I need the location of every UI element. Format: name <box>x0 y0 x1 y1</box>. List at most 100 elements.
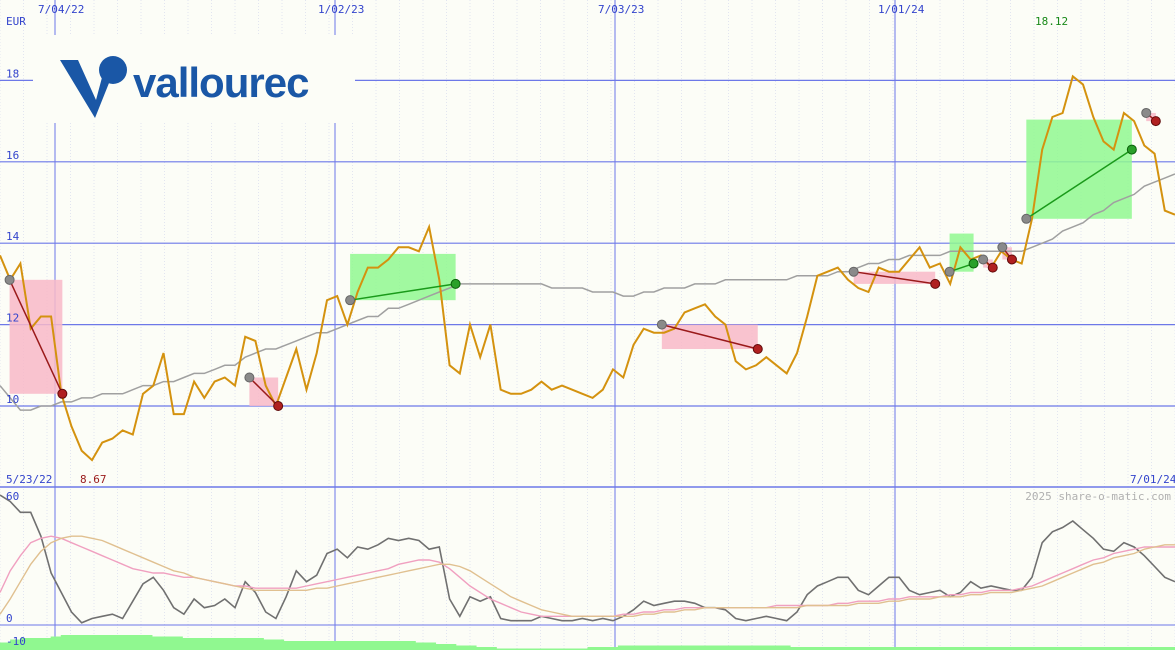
logo-dot <box>99 56 127 84</box>
price-y-tick-16: 16 <box>6 149 19 162</box>
oscillator-bar <box>151 636 163 650</box>
oscillator-bar <box>121 635 133 650</box>
price-y-tick-14: 14 <box>6 230 20 243</box>
start-date-label: 5/23/22 <box>6 473 52 486</box>
signal-entry-point <box>978 254 989 265</box>
oscillator-bar <box>465 645 477 650</box>
oscillator-bar <box>81 635 92 650</box>
oscillator-bar <box>172 636 183 650</box>
signal-entry-point <box>345 295 356 306</box>
oscillator-bar <box>648 645 659 650</box>
signal-exit-point <box>930 278 941 289</box>
oscillator-bar <box>374 641 386 650</box>
oscillator-bar <box>455 645 467 650</box>
signal-entry-point <box>848 266 859 277</box>
currency-label: EUR <box>6 15 26 28</box>
oscillator-bar <box>749 645 761 650</box>
oscillator-bar <box>759 645 771 650</box>
signal-exit-point <box>273 401 284 411</box>
oscillator-bar <box>668 645 680 650</box>
oscillator-bar <box>698 645 710 650</box>
oscillator-bar <box>405 641 416 650</box>
end-date-label: 7/01/24 <box>1130 473 1175 486</box>
stock-chart: vallourec EUR 10 12 14 16 18 7/04/22 1/02/23 7… <box>0 0 1175 650</box>
oscillator-bar <box>425 642 437 650</box>
oscillator-bar <box>729 645 740 650</box>
oscillator-bar <box>617 645 629 650</box>
oscillator-bar <box>182 638 193 650</box>
copyright-label: 2025 share-o-matic.com <box>1025 490 1171 503</box>
oscillator-bar <box>314 641 325 650</box>
max-price-label: 18.12 <box>1035 15 1068 28</box>
oscillator-bar <box>658 645 670 650</box>
signal-entry-point <box>997 242 1008 253</box>
oscillator-bar <box>364 641 376 650</box>
oscillator-bar <box>60 635 72 650</box>
oscillator-bar <box>628 645 639 650</box>
oscillator-bar <box>273 639 285 650</box>
oscillator-bar <box>30 638 42 650</box>
oscillator-bar <box>293 641 305 650</box>
signal-fill-buy <box>1026 119 1132 219</box>
oscillator-bar <box>324 641 335 650</box>
oscillator-bar <box>344 641 356 650</box>
oscillator-bar <box>739 645 751 650</box>
signal-exit-point <box>968 258 979 269</box>
oscillator-bar <box>688 645 700 650</box>
oscillator-bar <box>232 638 244 650</box>
oscillator-bar <box>101 635 112 650</box>
oscillator-bar <box>40 638 52 650</box>
signal-exit-point <box>450 278 461 289</box>
oscillator-bar <box>435 644 447 650</box>
signal-entry-point <box>244 372 255 383</box>
signal-exit-point <box>1126 144 1137 155</box>
osc-y-label-top: 60 <box>6 490 19 503</box>
oscillator-bar <box>415 642 426 650</box>
price-y-tick-10: 10 <box>6 393 19 406</box>
oscillator-bar <box>192 638 204 650</box>
logo-wordmark: vallourec <box>133 59 309 106</box>
oscillator-bar <box>162 636 173 650</box>
signal-exit-point <box>1150 116 1161 127</box>
date-tick-3: 1/01/24 <box>878 3 925 16</box>
min-price-label: 8.67 <box>80 473 107 486</box>
oscillator-bar <box>678 645 690 650</box>
oscillator-bar <box>50 636 62 650</box>
osc-y-label-bottom: -10 <box>6 635 26 648</box>
oscillator-bar <box>354 641 366 650</box>
osc-y-label-zero: 0 <box>6 612 13 625</box>
price-y-tick-18: 18 <box>6 67 19 80</box>
signal-exit-point <box>987 262 998 273</box>
oscillator-bar <box>769 645 781 650</box>
oscillator-bar <box>263 639 274 650</box>
oscillator-bar <box>141 635 153 650</box>
oscillator-bar <box>283 641 295 650</box>
oscillator-bar <box>334 641 345 650</box>
oscillator-bar <box>638 645 649 650</box>
signal-entry-point <box>4 274 15 285</box>
oscillator-bar <box>91 635 102 650</box>
oscillator-bar <box>709 645 720 650</box>
signal-exit-point <box>1006 254 1017 265</box>
company-logo: vallourec <box>33 35 355 123</box>
oscillator-bar <box>70 635 82 650</box>
oscillator-bar <box>395 641 406 650</box>
oscillator-bar <box>202 638 214 650</box>
signal-entry-point <box>944 266 955 277</box>
signal-entry-point <box>1141 107 1152 118</box>
date-tick-1: 1/02/23 <box>318 3 364 16</box>
price-y-tick-12: 12 <box>6 312 19 325</box>
oscillator-bar <box>111 635 123 650</box>
signal-exit-point <box>752 344 763 355</box>
oscillator-bar <box>131 635 143 650</box>
oscillator-bar <box>719 645 730 650</box>
signal-entry-point <box>1021 213 1032 224</box>
signal-exit-point <box>57 388 68 399</box>
oscillator-bar <box>445 644 457 650</box>
oscillator-bar <box>384 641 396 650</box>
oscillator-bar <box>222 638 234 650</box>
date-tick-0: 7/04/22 <box>38 3 84 16</box>
date-tick-2: 7/03/23 <box>598 3 644 16</box>
oscillator-bar <box>303 641 315 650</box>
signal-entry-point <box>656 319 667 330</box>
